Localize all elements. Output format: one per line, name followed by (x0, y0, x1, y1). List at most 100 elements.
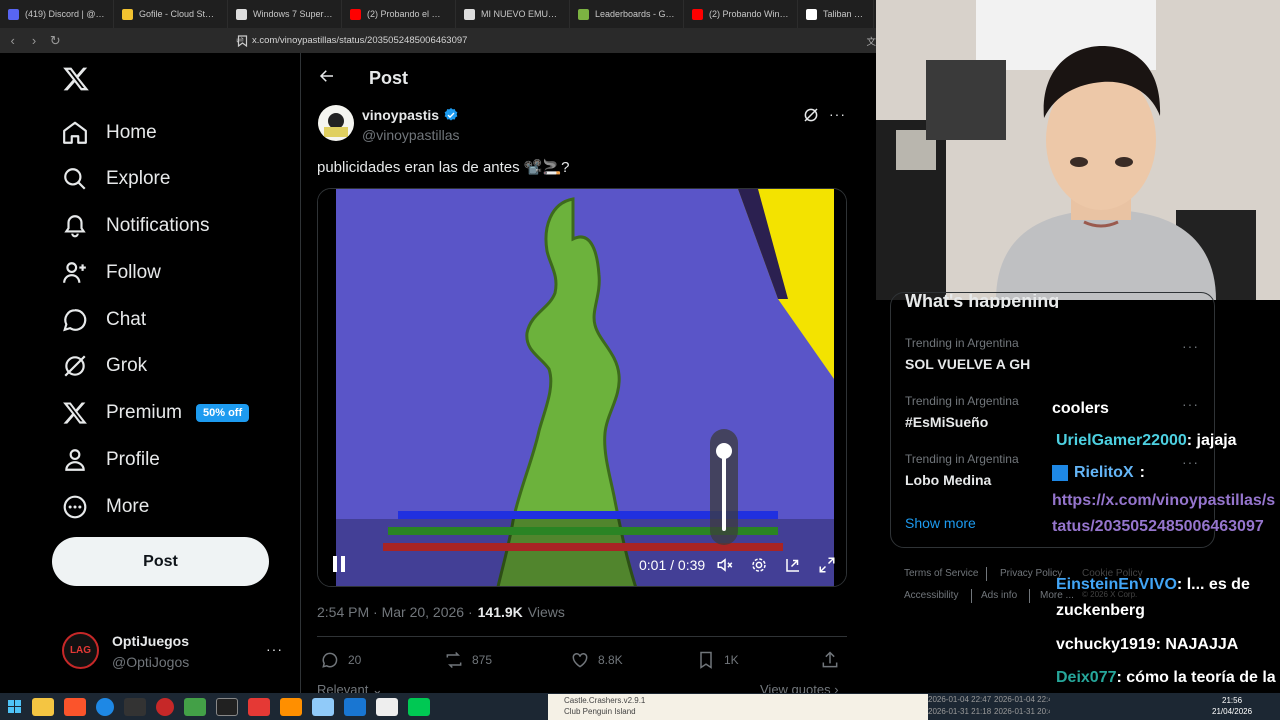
video-time: 0:01 / 0:39 (639, 557, 706, 573)
browser-tab[interactable]: (2) Probando el Windo (342, 0, 456, 28)
more-icon[interactable]: ··· (266, 641, 283, 657)
picture-in-picture-icon[interactable] (784, 556, 802, 579)
person-icon (65, 449, 85, 471)
page-title: Post (369, 68, 409, 88)
browser-tab[interactable]: (419) Discord | @haken (0, 0, 114, 28)
nav-grok[interactable]: Grok (62, 346, 147, 386)
file-date: 2026-01-31 21:18 (928, 707, 992, 716)
volume-track (722, 451, 726, 531)
page-icon (464, 8, 475, 20)
nav-home[interactable]: Home (62, 113, 157, 153)
clock-date[interactable]: 21/04/2026 (1212, 707, 1252, 716)
video-player[interactable]: 0:01 / 0:39 (317, 188, 847, 587)
vscode-icon[interactable] (344, 697, 366, 716)
settings-gear-icon[interactable] (750, 556, 768, 579)
pause-icon[interactable] (332, 555, 346, 578)
terminal-icon[interactable] (216, 697, 238, 716)
bell-icon (64, 215, 86, 238)
bookmark-count: 1K (724, 653, 739, 667)
footer-link[interactable]: Terms of Service (904, 568, 978, 579)
nav-follow[interactable]: Follow (62, 253, 161, 293)
chat-username: UrielGamer22000 (1056, 432, 1187, 449)
more-icon[interactable]: ··· (1182, 338, 1199, 354)
browser-tab[interactable]: MI NUEVO EMULADOR (456, 0, 570, 28)
photos-icon[interactable] (312, 697, 334, 716)
trend-category: Trending in Argentina (905, 452, 1019, 466)
file-date: 2026-01-04 22:47 (928, 695, 992, 704)
volume-slider[interactable] (710, 429, 738, 545)
file-explorer-icon[interactable] (32, 697, 54, 716)
volume-knob[interactable] (716, 443, 732, 459)
webcam-overlay (876, 0, 1280, 300)
vlc-icon[interactable] (280, 697, 302, 716)
file-item[interactable]: Club Penguin Island (564, 707, 636, 716)
obs-icon[interactable] (156, 697, 174, 716)
repost-count: 875 (472, 653, 493, 667)
app-icon[interactable] (124, 697, 146, 716)
trend-item[interactable]: Trending in Argentina Lobo Medina (905, 452, 1019, 488)
chat-link[interactable]: https://x.com/vinoypastillas/status/2035… (1052, 488, 1278, 540)
browser-tab[interactable]: (2) Probando Windows (684, 0, 798, 28)
author-name-row[interactable]: vinoypastis (362, 107, 459, 123)
app-icon[interactable] (248, 697, 270, 716)
reply-count: 20 (348, 653, 362, 667)
fullscreen-icon[interactable] (818, 556, 836, 579)
address-bar[interactable]: ⇌ x.com/vinoypastillas/status/2035052485… (236, 31, 876, 51)
reload-icon[interactable]: ↻ (45, 30, 66, 52)
youtube-icon (350, 8, 361, 20)
back-arrow-icon[interactable] (318, 67, 336, 90)
nav-chat[interactable]: Chat (62, 300, 146, 340)
file-date: 2026-01-31 20:4 (994, 707, 1050, 716)
nav-label: Profile (106, 449, 160, 470)
views-count: 141.9K (477, 604, 523, 620)
back-icon[interactable]: ‹ (2, 30, 23, 52)
translate-icon[interactable]: 文 (866, 34, 876, 48)
browser-icon[interactable] (96, 697, 114, 716)
brave-icon[interactable] (64, 697, 86, 716)
bookmark-icon[interactable] (231, 30, 253, 52)
chat-message: UrielGamer22000: jajaja (1056, 428, 1237, 454)
browser-tab[interactable]: Leaderboards - Geome (570, 0, 684, 28)
footer-link[interactable]: Ads info (981, 590, 1017, 601)
trend-item[interactable]: Trending in Argentina SOL VUELVE A GH (905, 336, 1030, 372)
trend-item[interactable]: Trending in Argentina #EsMiSueño (905, 394, 1019, 430)
share-icon (822, 651, 838, 668)
file-item[interactable]: Castle.Crashers.v2.9.1 (564, 696, 645, 705)
show-more-link[interactable]: Show more (905, 515, 976, 531)
add-person-icon (63, 262, 86, 283)
repost-button[interactable]: 875 (444, 650, 492, 670)
forward-icon[interactable]: › (23, 30, 44, 52)
bookmark-button[interactable]: 1K (696, 650, 739, 670)
nav-more[interactable]: More (62, 487, 149, 527)
start-windows-icon[interactable] (8, 699, 22, 714)
clock-time[interactable]: 21:56 (1222, 696, 1242, 705)
reply-button[interactable]: 20 (320, 650, 361, 670)
trend-category: Trending in Argentina (905, 394, 1019, 408)
reply-icon (322, 652, 338, 668)
nav-notifications[interactable]: Notifications (62, 206, 210, 246)
post-button[interactable]: Post (52, 537, 269, 586)
browser-tab[interactable]: Windows 7 Super-Nan (228, 0, 342, 28)
page-icon (236, 8, 247, 20)
7zip-icon[interactable] (376, 697, 398, 716)
nav-premium[interactable]: Premium 50% off (62, 393, 250, 433)
app-icon[interactable] (408, 697, 430, 716)
stream-chat-overlay: coolers UrielGamer22000: jajaja RielitoX… (1052, 396, 1280, 714)
badge-icon (1052, 465, 1068, 481)
notepad-icon[interactable] (184, 697, 206, 716)
gofile-icon (122, 8, 133, 20)
volume-icon[interactable] (716, 556, 734, 579)
nav-profile[interactable]: Profile (62, 440, 160, 480)
browser-tab[interactable]: Gofile - Cloud Storage (114, 0, 228, 28)
x-logo-icon[interactable] (62, 65, 90, 98)
grok-icon[interactable] (802, 106, 820, 129)
bookmark-icon (700, 651, 712, 669)
share-button[interactable] (820, 650, 840, 670)
like-button[interactable]: 8.8K (570, 650, 623, 670)
browser-tab-active[interactable]: Taliban on X: "... (798, 0, 874, 28)
account-switcher[interactable]: LAG OptiJuegos @OptiJogos ··· (52, 621, 292, 677)
nav-explore[interactable]: Explore (62, 159, 170, 199)
footer-link[interactable]: Accessibility (904, 590, 958, 601)
more-icon[interactable]: ··· (829, 106, 846, 122)
author-avatar[interactable] (318, 105, 354, 141)
